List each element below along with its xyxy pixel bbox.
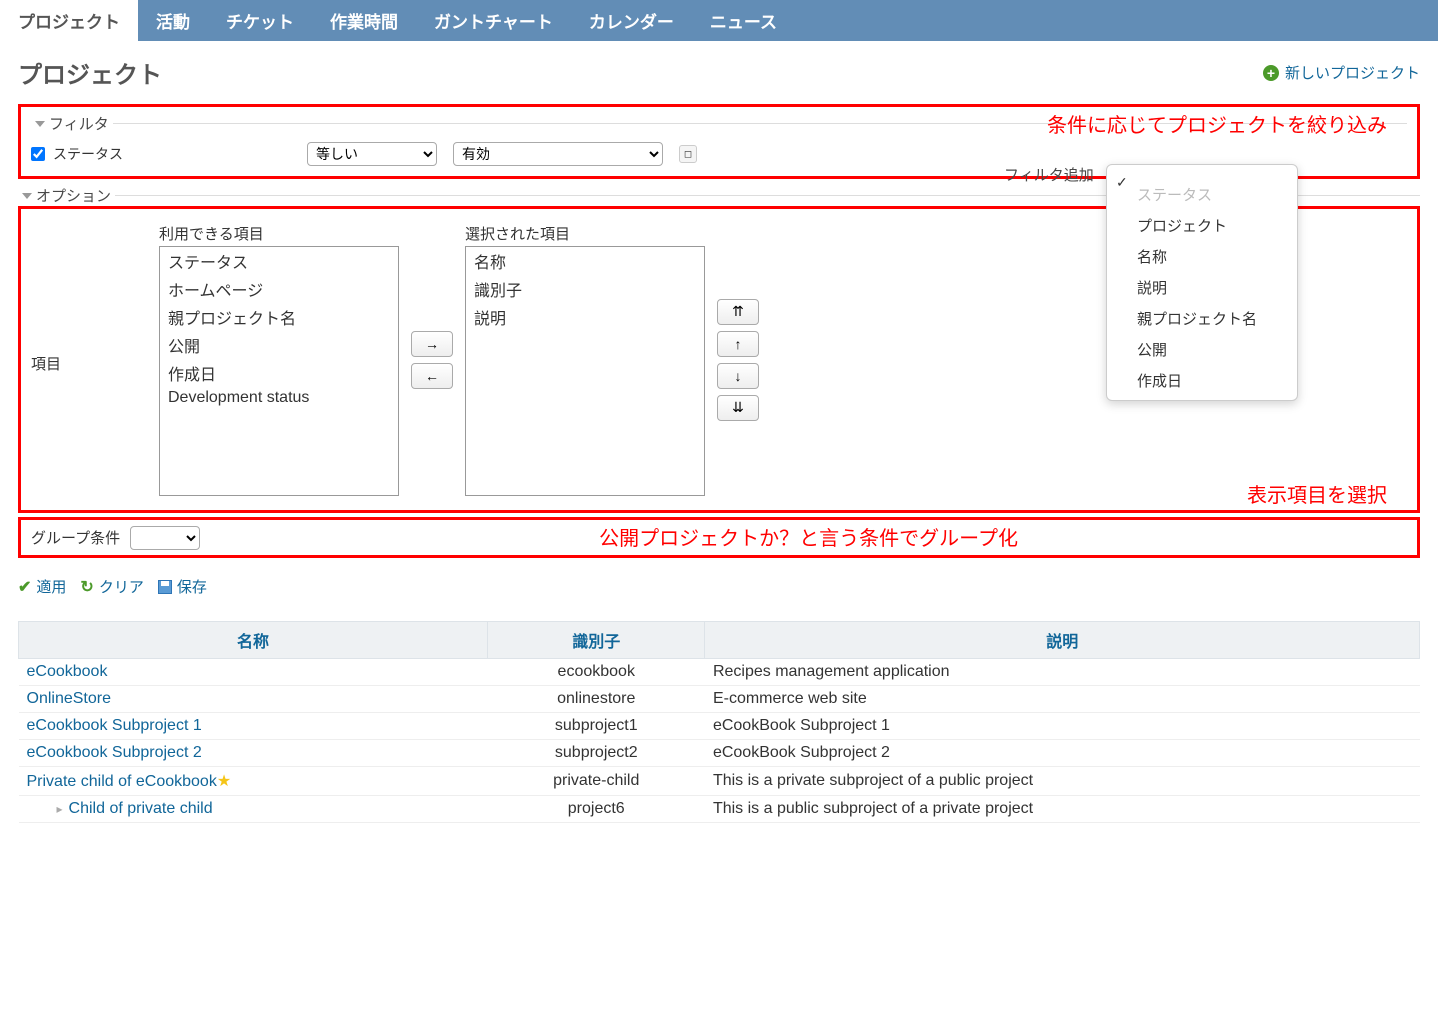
project-link[interactable]: eCookbook Subproject 2 [27,744,202,761]
value-select[interactable]: 有効 [453,142,663,166]
table-row: ▸ Child of private child project6This is a… [19,796,1420,823]
move-down-button[interactable]: ↓ [717,363,759,389]
project-link[interactable]: eCookbook Subproject 1 [27,717,202,734]
apply-button[interactable]: ✔ 適用 [18,576,66,597]
project-link[interactable]: eCookbook [27,663,108,680]
star-icon: ★ [217,773,231,790]
selected-columns-listbox[interactable]: 名称識別子説明 [465,246,705,496]
group-section: グループ条件 公開プロジェクトか？と言う条件でグループ化 [18,517,1420,558]
project-link[interactable]: OnlineStore [27,690,112,707]
page-title: プロジェクト [18,55,162,90]
tab-カレンダー[interactable]: カレンダー [571,0,692,41]
filter-toggle-button[interactable]: ◻ [679,145,697,163]
list-item[interactable]: 作成日 [160,359,398,387]
check-icon: ✔ [18,577,31,597]
save-button[interactable]: 保存 [158,576,207,597]
description-cell: eCookBook Subproject 1 [705,713,1420,740]
move-right-button[interactable]: → [411,331,453,357]
chevron-down-icon [35,121,45,127]
description-cell: eCookBook Subproject 2 [705,740,1420,767]
main-tabs: プロジェクト活動チケット作業時間ガントチャートカレンダーニュース [0,0,1438,41]
dropdown-item[interactable]: 名称 [1107,241,1297,272]
filters-legend[interactable]: フィルタ [31,113,113,134]
move-left-button[interactable]: ← [411,363,453,389]
list-item[interactable]: 説明 [466,303,704,331]
description-cell: Recipes management application [705,659,1420,686]
identifier-cell: private-child [488,767,705,796]
plus-icon: + [1263,65,1279,81]
filter-add-label: フィルタ追加 [1004,164,1094,185]
dropdown-item: ステータス [1107,179,1297,210]
list-item[interactable]: 親プロジェクト名 [160,303,398,331]
reload-icon: ↻ [80,577,93,597]
selected-label: 選択された項目 [465,223,705,244]
identifier-cell: project6 [488,796,705,823]
available-label: 利用できる項目 [159,223,399,244]
annotation-group: 公開プロジェクトか？と言う条件でグループ化 [210,522,1407,551]
list-item[interactable]: ホームページ [160,275,398,303]
identifier-cell: onlinestore [488,686,705,713]
status-filter-checkbox[interactable]: ステータス [31,144,291,164]
new-project-label: 新しいプロジェクト [1285,62,1420,83]
tab-ニュース[interactable]: ニュース [692,0,795,41]
chevron-down-icon [22,193,32,199]
filter-add-dropdown[interactable]: ステータスプロジェクト名称説明親プロジェクト名公開作成日 [1106,164,1298,401]
move-top-button[interactable]: ⇈ [717,299,759,325]
tab-チケット[interactable]: チケット [208,0,312,41]
group-by-label: グループ条件 [31,527,120,548]
tab-ガントチャート[interactable]: ガントチャート [416,0,571,41]
dropdown-item[interactable]: 公開 [1107,334,1297,365]
identifier-cell: subproject2 [488,740,705,767]
table-header[interactable]: 名称 [19,622,488,659]
list-item[interactable]: 名称 [466,247,704,275]
tab-プロジェクト[interactable]: プロジェクト [0,0,138,41]
identifier-cell: subproject1 [488,713,705,740]
move-bottom-button[interactable]: ⇊ [717,395,759,421]
table-row: OnlineStore onlinestoreE-commerce web sit… [19,686,1420,713]
description-cell: This is a public subproject of a private… [705,796,1420,823]
tab-活動[interactable]: 活動 [138,0,208,41]
table-header[interactable]: 識別子 [488,622,705,659]
description-cell: E-commerce web site [705,686,1420,713]
list-item[interactable]: Development status [160,387,398,409]
status-checkbox[interactable] [31,147,45,161]
clear-button[interactable]: ↻ クリア [80,576,143,597]
status-label: ステータス [53,144,123,164]
chevron-right-icon[interactable]: ▸ [57,802,63,816]
project-link[interactable]: Private child of eCookbook [27,773,217,790]
columns-field-label: 項目 [31,223,141,374]
table-row: Private child of eCookbook★ private-child… [19,767,1420,796]
table-header[interactable]: 説明 [705,622,1420,659]
move-up-button[interactable]: ↑ [717,331,759,357]
annotation-filter: 条件に応じてプロジェクトを絞り込み [1047,109,1387,138]
project-link[interactable]: Child of private child [69,800,213,817]
new-project-link[interactable]: + 新しいプロジェクト [1263,62,1420,83]
dropdown-item[interactable]: プロジェクト [1107,210,1297,241]
dropdown-item[interactable]: 説明 [1107,272,1297,303]
list-item[interactable]: 公開 [160,331,398,359]
options-legend[interactable]: オプション [18,185,115,206]
available-columns-listbox[interactable]: ステータスホームページ親プロジェクト名公開作成日Development stat… [159,246,399,496]
save-icon [158,580,172,594]
tab-作業時間[interactable]: 作業時間 [312,0,416,41]
dropdown-item[interactable] [1107,169,1297,179]
list-item[interactable]: 識別子 [466,275,704,303]
operator-select[interactable]: 等しい [307,142,437,166]
projects-table: 名称識別子説明 eCookbook ecookbookRecipes manage… [18,621,1420,823]
dropdown-item[interactable]: 親プロジェクト名 [1107,303,1297,334]
table-row: eCookbook ecookbookRecipes management app… [19,659,1420,686]
description-cell: This is a private subproject of a public… [705,767,1420,796]
annotation-columns: 表示項目を選択 [1247,479,1387,508]
table-row: eCookbook Subproject 2 subproject2eCookBo… [19,740,1420,767]
table-row: eCookbook Subproject 1 subproject1eCookBo… [19,713,1420,740]
identifier-cell: ecookbook [488,659,705,686]
group-by-select[interactable] [130,526,200,550]
list-item[interactable]: ステータス [160,247,398,275]
dropdown-item[interactable]: 作成日 [1107,365,1297,396]
